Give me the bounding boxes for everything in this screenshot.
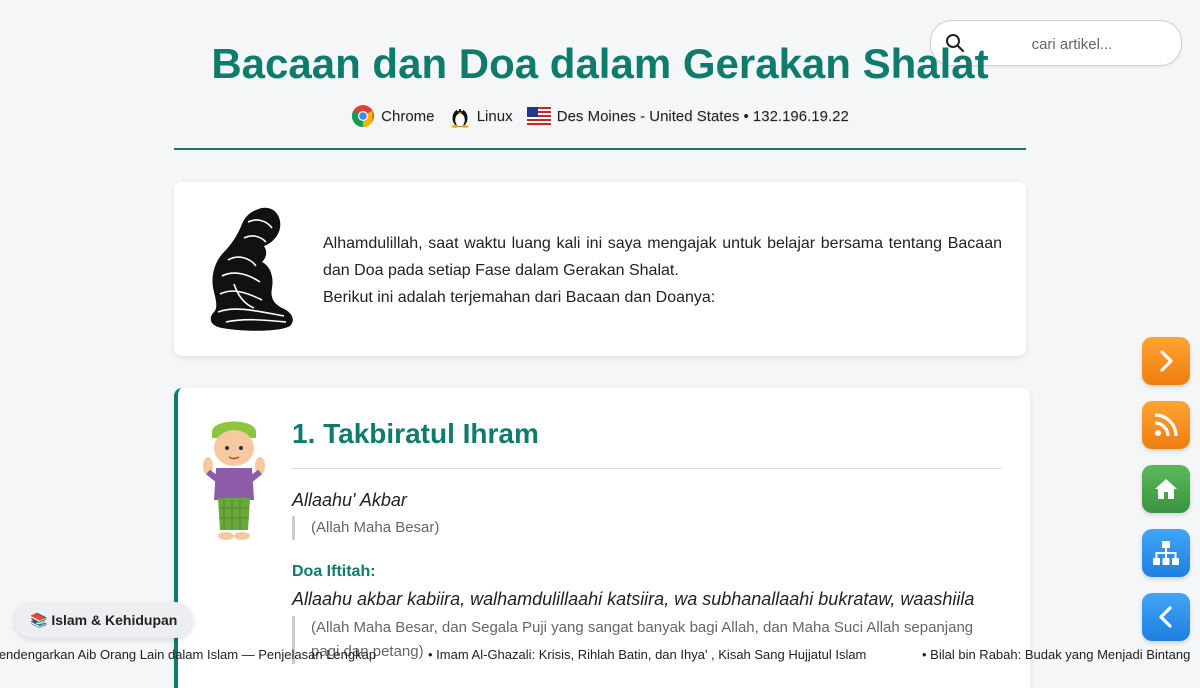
page-title: Bacaan dan Doa dalam Gerakan Shalat bbox=[211, 40, 989, 87]
home-icon bbox=[1155, 479, 1177, 499]
browser-label: Chrome bbox=[381, 107, 435, 125]
doa-iftitah-transliteration: Allaahu akbar kabiira, walhamdulillaahi … bbox=[292, 589, 975, 609]
ticker-item[interactable]: Mendengarkan Aib Orang Lain dalam Islam … bbox=[0, 647, 376, 662]
visitor-info: Chrome Linux Des Moines - United States … bbox=[0, 104, 1200, 128]
doa-iftitah-label: Doa Iftitah: bbox=[292, 563, 376, 580]
ticker-item[interactable]: • Imam Al-Ghazali: Krisis, Rihlah Batin,… bbox=[428, 647, 866, 662]
intro-line-2: Berikut ini adalah terjemahan dari Bacaa… bbox=[323, 289, 716, 306]
takbir-transliteration: Allaahu' Akbar bbox=[292, 490, 407, 510]
news-ticker: Mendengarkan Aib Orang Lain dalam Islam … bbox=[0, 643, 1200, 667]
us-flag-icon bbox=[526, 107, 551, 125]
home-button[interactable] bbox=[1142, 465, 1190, 513]
os-label: Linux bbox=[476, 107, 513, 125]
linux-tux-icon bbox=[451, 108, 469, 128]
section-heading: 1. Takbiratul Ihram bbox=[292, 418, 539, 449]
previous-button[interactable] bbox=[1142, 593, 1190, 641]
chevron-right-icon bbox=[1160, 350, 1173, 372]
chevron-left-icon bbox=[1159, 606, 1172, 628]
sitemap-button[interactable] bbox=[1142, 529, 1190, 577]
praying-boy-illustration bbox=[203, 421, 265, 540]
location-label: Des Moines - United States • 132.196.19.… bbox=[556, 107, 849, 125]
category-badge[interactable]: 📚 Islam & Kehidupan bbox=[14, 602, 194, 638]
next-button[interactable] bbox=[1142, 337, 1190, 385]
section-divider bbox=[292, 468, 1002, 469]
intro-text: Alhamdulillah, saat waktu luang kali ini… bbox=[323, 230, 1002, 311]
chrome-icon bbox=[352, 105, 375, 127]
intro-line-1: Alhamdulillah, saat waktu luang kali ini… bbox=[323, 235, 1002, 279]
rss-button[interactable] bbox=[1142, 401, 1190, 449]
ticker-item[interactable]: • Bilal bin Rabah: Budak yang Menjadi Bi… bbox=[922, 647, 1190, 662]
takbir-translation: (Allah Maha Besar) bbox=[292, 516, 439, 540]
sitemap-icon bbox=[1153, 541, 1179, 565]
title-divider bbox=[174, 148, 1026, 150]
rss-icon bbox=[1154, 413, 1178, 437]
intro-card: Alhamdulillah, saat waktu luang kali ini… bbox=[174, 182, 1026, 356]
category-badge-label: 📚 Islam & Kehidupan bbox=[30, 611, 178, 628]
calligraphy-praying-figure-image bbox=[210, 207, 293, 331]
